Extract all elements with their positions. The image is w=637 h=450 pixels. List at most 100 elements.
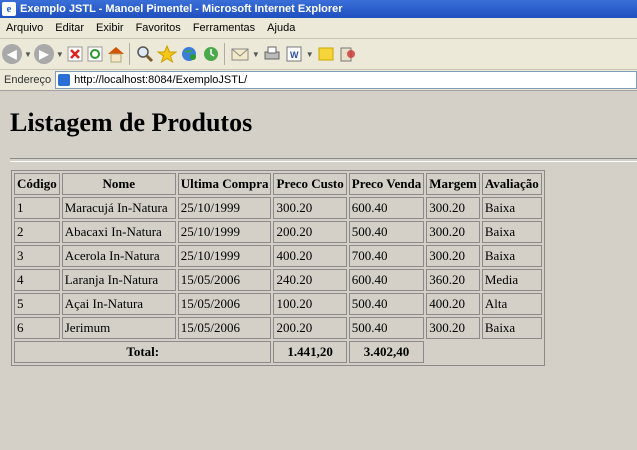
- table-row: 3 Acerola In-Natura 25/10/1999 400.20 70…: [14, 245, 542, 267]
- home-icon: [107, 47, 124, 63]
- cell-ultima-compra: 25/10/1999: [177, 245, 272, 267]
- mail-icon: [231, 48, 249, 61]
- search-button[interactable]: [135, 41, 155, 67]
- mail-button[interactable]: ▼: [230, 41, 260, 67]
- print-icon: [264, 46, 280, 60]
- cell-preco-custo: 200.20: [273, 221, 347, 243]
- messenger-button[interactable]: [338, 41, 358, 67]
- toolbar-separator: [223, 43, 225, 65]
- page-icon: [58, 74, 71, 86]
- address-url: http://localhost:8084/ExemploJSTL/: [74, 74, 248, 86]
- menu-editar[interactable]: Editar: [49, 22, 90, 34]
- cell-ultima-compra: 25/10/1999: [177, 221, 272, 243]
- menu-favoritos[interactable]: Favoritos: [130, 22, 187, 34]
- cell-margem: 300.20: [426, 221, 480, 243]
- cell-nome: Acerola In-Natura: [61, 245, 176, 267]
- cell-margem: 400.20: [426, 293, 480, 315]
- header-avaliacao: Avaliação: [481, 173, 542, 195]
- cell-ultima-compra: 15/05/2006: [177, 317, 272, 339]
- back-icon: ◀: [2, 44, 22, 64]
- cell-margem: 300.20: [426, 197, 480, 219]
- cell-preco-venda: 600.40: [348, 269, 425, 291]
- history-button[interactable]: [201, 41, 221, 67]
- favorites-button[interactable]: [156, 41, 177, 67]
- edit-button[interactable]: W ▼: [284, 41, 314, 67]
- cell-avaliacao: Baixa: [481, 317, 542, 339]
- dropdown-arrow-icon: ▼: [305, 49, 314, 59]
- header-preco-venda: Preco Venda: [348, 173, 425, 195]
- dropdown-arrow-icon: ▼: [24, 49, 32, 59]
- toolbar: ◀ ▼ ▶ ▼ ▼ W ▼: [0, 39, 637, 70]
- cell-avaliacao: Baixa: [481, 197, 542, 219]
- cell-preco-venda: 500.40: [348, 317, 425, 339]
- table-row: 1 Maracujá In-Natura 25/10/1999 300.20 6…: [14, 197, 542, 219]
- star-icon: [156, 45, 177, 63]
- cell-preco-custo: 400.20: [273, 245, 347, 267]
- ie-icon: e: [2, 2, 16, 16]
- cell-nome: Abacaxi In-Natura: [61, 221, 176, 243]
- total-label: Total:: [14, 341, 272, 363]
- cell-ultima-compra: 15/05/2006: [177, 269, 272, 291]
- cell-ultima-compra: 15/05/2006: [177, 293, 272, 315]
- cell-preco-venda: 500.40: [348, 293, 425, 315]
- cell-avaliacao: Media: [481, 269, 542, 291]
- notes-button[interactable]: [316, 41, 336, 67]
- page-content: Listagem de Produtos Código Nome Ultima …: [0, 91, 637, 450]
- cell-nome: Maracujá In-Natura: [61, 197, 176, 219]
- stop-icon: [67, 46, 83, 62]
- table-row: 4 Laranja In-Natura 15/05/2006 240.20 60…: [14, 269, 542, 291]
- back-button[interactable]: ◀ ▼: [2, 41, 32, 67]
- table-row: 5 Açai In-Natura 15/05/2006 100.20 500.4…: [14, 293, 542, 315]
- toolbar-separator: [128, 43, 130, 65]
- cell-preco-venda: 600.40: [348, 197, 425, 219]
- cell-margem: 300.20: [426, 245, 480, 267]
- stop-button[interactable]: [66, 41, 84, 67]
- dropdown-arrow-icon: ▼: [55, 49, 64, 59]
- header-nome: Nome: [61, 173, 176, 195]
- refresh-button[interactable]: [86, 41, 104, 67]
- cell-preco-custo: 100.20: [273, 293, 347, 315]
- cell-preco-venda: 700.40: [348, 245, 425, 267]
- total-preco-custo: 1.441,20: [273, 341, 347, 363]
- table-row: 6 Jerimum 15/05/2006 200.20 500.40 300.2…: [14, 317, 542, 339]
- cell-avaliacao: Baixa: [481, 221, 542, 243]
- cell-codigo: 5: [14, 293, 60, 315]
- cell-preco-custo: 300.20: [273, 197, 347, 219]
- print-button[interactable]: [262, 41, 282, 67]
- cell-ultima-compra: 25/10/1999: [177, 197, 272, 219]
- address-label: Endereço: [4, 74, 52, 86]
- menu-exibir[interactable]: Exibir: [90, 22, 130, 34]
- menu-arquivo[interactable]: Arquivo: [0, 22, 49, 34]
- header-codigo: Código: [14, 173, 60, 195]
- cell-codigo: 3: [14, 245, 60, 267]
- cell-margem: 360.20: [426, 269, 480, 291]
- svg-text:W: W: [290, 50, 299, 60]
- header-margem: Margem: [426, 173, 480, 195]
- menu-ferramentas[interactable]: Ferramentas: [187, 22, 261, 34]
- menu-ajuda[interactable]: Ajuda: [261, 22, 301, 34]
- word-icon: W: [286, 46, 302, 62]
- home-button[interactable]: [106, 41, 126, 67]
- media-button[interactable]: [179, 41, 199, 67]
- cell-codigo: 2: [14, 221, 60, 243]
- horizontal-rule: [10, 158, 637, 162]
- cell-margem: 300.20: [426, 317, 480, 339]
- cell-codigo: 6: [14, 317, 60, 339]
- forward-button[interactable]: ▶ ▼: [33, 41, 64, 67]
- table-row: 2 Abacaxi In-Natura 25/10/1999 200.20 50…: [14, 221, 542, 243]
- cell-codigo: 1: [14, 197, 60, 219]
- cell-avaliacao: Baixa: [481, 245, 542, 267]
- search-icon: [137, 46, 153, 63]
- cell-preco-venda: 500.40: [348, 221, 425, 243]
- menu-bar: Arquivo Editar Exibir Favoritos Ferramen…: [0, 18, 637, 39]
- dropdown-arrow-icon: ▼: [251, 49, 260, 59]
- address-bar: Endereço http://localhost:8084/ExemploJS…: [0, 70, 637, 91]
- cell-preco-custo: 240.20: [273, 269, 347, 291]
- note-icon: [318, 47, 334, 61]
- table-header-row: Código Nome Ultima Compra Preco Custo Pr…: [14, 173, 542, 195]
- address-input[interactable]: http://localhost:8084/ExemploJSTL/: [55, 71, 637, 89]
- cell-nome: Laranja In-Natura: [61, 269, 176, 291]
- products-table: Código Nome Ultima Compra Preco Custo Pr…: [11, 170, 545, 366]
- forward-icon: ▶: [33, 44, 54, 64]
- table-total-row: Total: 1.441,20 3.402,40: [14, 341, 542, 363]
